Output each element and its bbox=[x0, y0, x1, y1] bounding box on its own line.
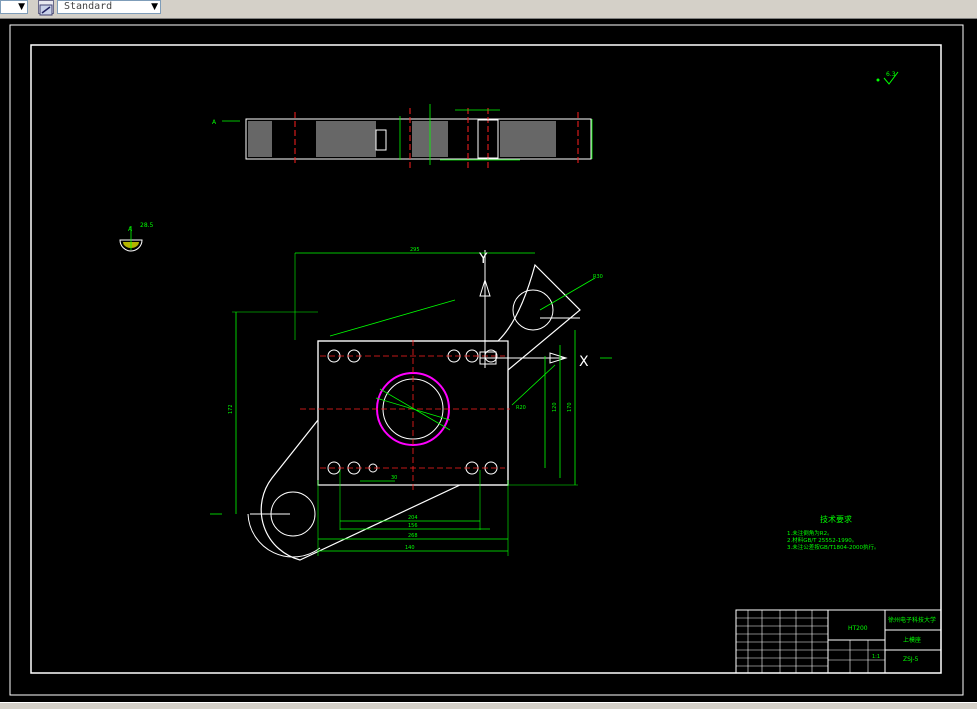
text-style-icon[interactable] bbox=[38, 0, 54, 16]
chevron-down-icon[interactable]: ▼ bbox=[151, 2, 158, 13]
layer-dropdown[interactable]: ▼ bbox=[0, 0, 28, 14]
cad-drawing[interactable]: A A 28.5 6.3 295 172 140 204 156 268 120… bbox=[0, 19, 977, 702]
part-name: 上模座 bbox=[903, 636, 921, 644]
dim-small-1: 30 bbox=[391, 475, 397, 481]
text-style-glyph bbox=[39, 4, 53, 16]
text-style-value: Standard bbox=[64, 1, 113, 12]
y-axis-label: Y bbox=[478, 251, 488, 267]
dim-right-2: 170 bbox=[567, 402, 573, 412]
tech-line-3: 3.未注公差按GB/T1804-2000执行。 bbox=[787, 543, 879, 551]
x-axis-label: X bbox=[579, 354, 589, 370]
section-note-angle: 28.5 bbox=[140, 222, 154, 229]
text-style-dropdown[interactable]: Standard ▼ bbox=[57, 0, 161, 14]
tech-requirements: 技术要求 1.未注倒角为R2。 2.材料GB/T 25552-1990。 3.未… bbox=[787, 514, 879, 551]
surface-finish-value: 6.3 bbox=[886, 71, 896, 78]
dropdown-arrow-icon[interactable]: ▼ bbox=[18, 2, 25, 13]
dim-r-mid: R20 bbox=[516, 405, 526, 411]
tech-title: 技术要求 bbox=[820, 514, 852, 524]
section-note-a: A bbox=[128, 226, 133, 233]
title-block: HT200 徐州电子科技大学 上模座 ZSJ-5 1:1 bbox=[735, 609, 942, 674]
dim-inner-width-2: 156 bbox=[408, 523, 418, 529]
dim-r-upper: R30 bbox=[593, 274, 603, 280]
section-view bbox=[222, 104, 593, 170]
drawing-scale: 1:1 bbox=[872, 654, 880, 660]
dim-bottom-width: 140 bbox=[405, 545, 415, 551]
dim-inner-width-3: 268 bbox=[408, 533, 418, 539]
drawing-canvas[interactable]: A A 28.5 6.3 295 172 140 204 156 268 120… bbox=[0, 19, 977, 702]
tech-line-1: 1.未注倒角为R2。 bbox=[787, 529, 833, 537]
dim-inner-width-1: 204 bbox=[408, 515, 418, 521]
drawing-number: ZSJ-5 bbox=[903, 656, 919, 663]
tech-line-2: 2.材料GB/T 25552-1990。 bbox=[787, 536, 857, 544]
view-marker-a: A bbox=[212, 119, 217, 126]
part-material: HT200 bbox=[848, 625, 868, 632]
plan-view bbox=[247, 250, 581, 561]
school-name: 徐州电子科技大学 bbox=[888, 616, 936, 624]
dim-right-1: 120 bbox=[552, 402, 558, 412]
dim-left-height: 172 bbox=[228, 404, 234, 414]
toolbar: ▼ Standard ▼ bbox=[0, 0, 977, 19]
dim-top-width: 295 bbox=[410, 247, 420, 253]
